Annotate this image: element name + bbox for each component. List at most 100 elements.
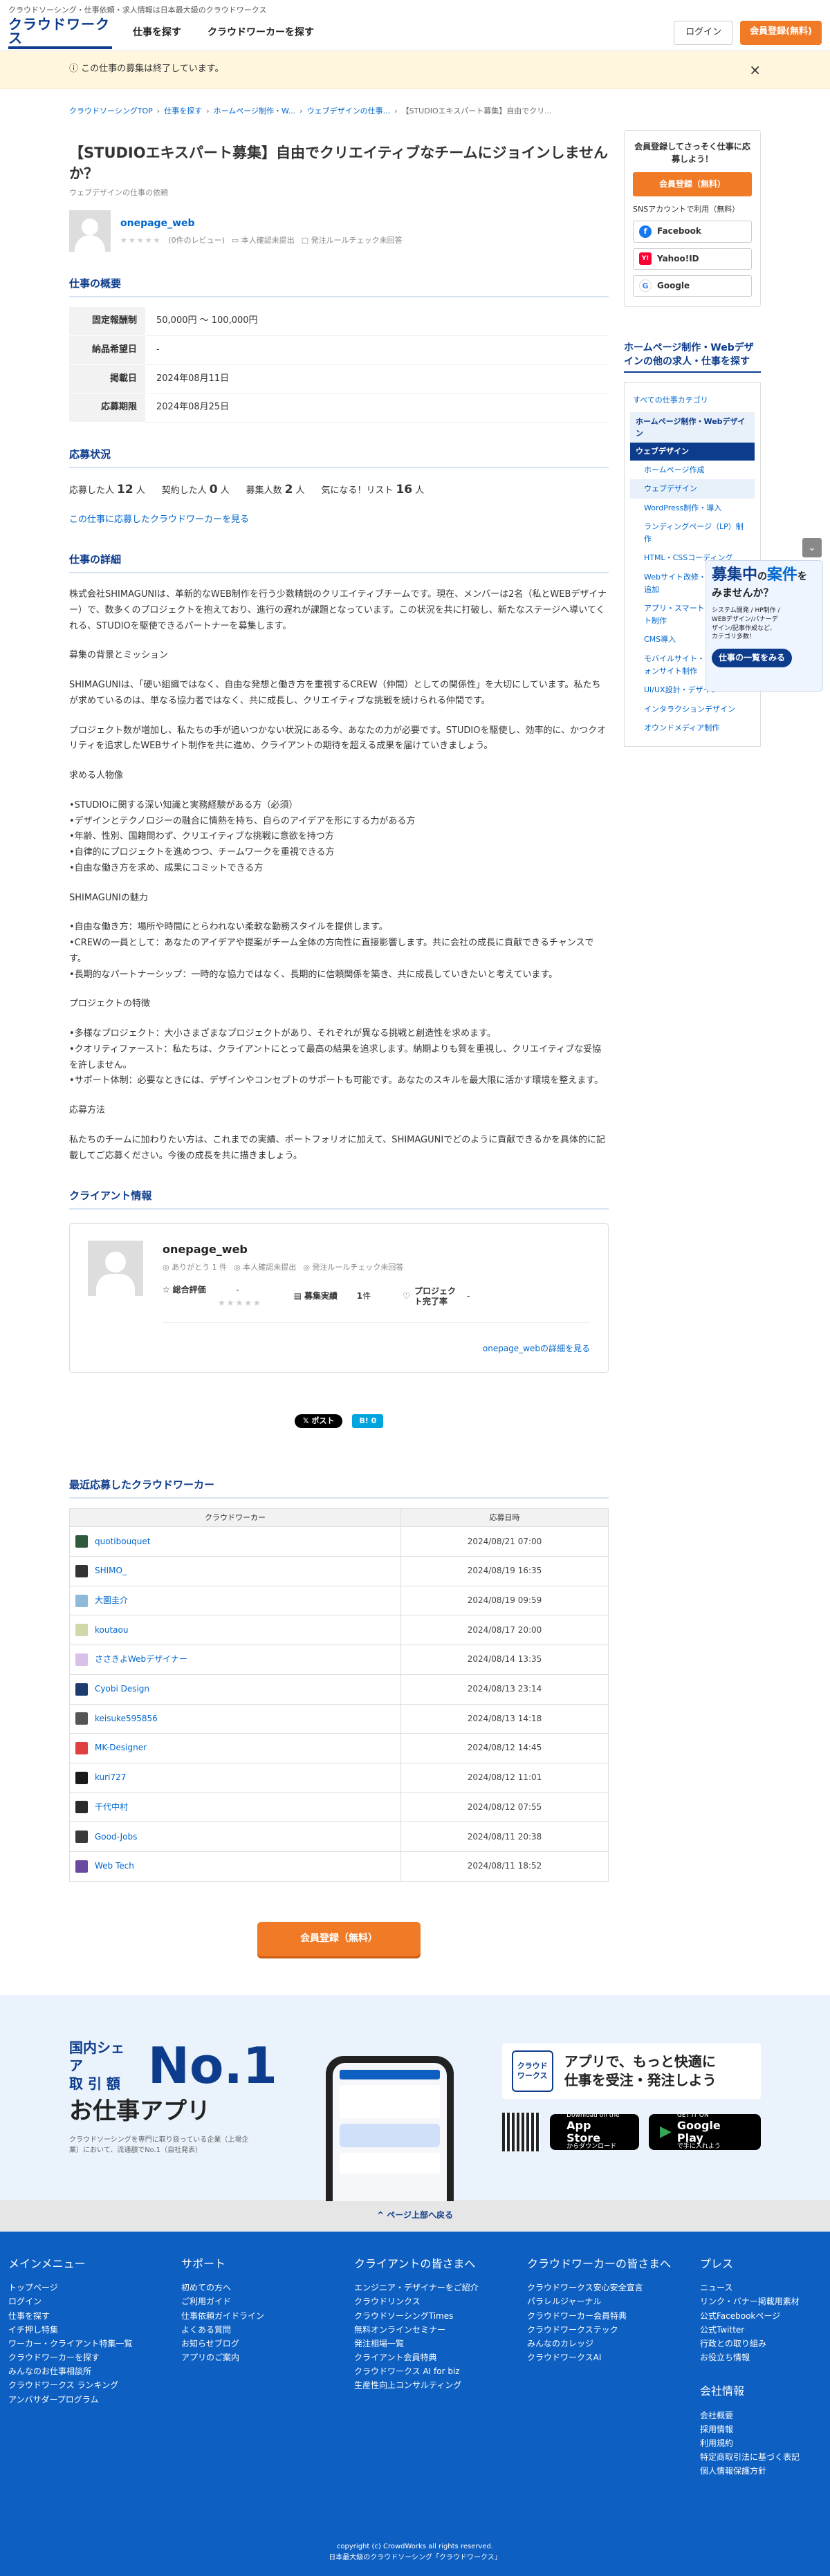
breadcrumb-top[interactable]: クラウドソーシングTOP (69, 105, 153, 118)
footer-link[interactable]: クライアント会員特典 (354, 2351, 499, 2364)
worker-avatar[interactable] (75, 1535, 88, 1548)
worker-name-link[interactable]: SHIMO_ (95, 1566, 127, 1575)
footer-link[interactable]: エンジニア・デザイナーをご紹介 (354, 2281, 499, 2295)
footer-link[interactable]: クラウドワークス AI for biz (354, 2364, 499, 2378)
footer-link[interactable]: トップページ (8, 2281, 154, 2295)
worker-avatar[interactable] (75, 1801, 88, 1814)
nav-find-jobs[interactable]: 仕事を探す (133, 25, 181, 40)
footer-link[interactable]: 特定商取引法に基づく表記 (700, 2450, 818, 2464)
subcategory-link[interactable]: ホームページ作成 (630, 461, 755, 480)
footer-link[interactable]: リンク・バナー掲載用素材 (700, 2295, 818, 2308)
footer-link[interactable]: みんなのカレッジ (527, 2337, 672, 2351)
close-icon[interactable]: × (749, 59, 761, 81)
all-categories-link[interactable]: すべての仕事カテゴリ (630, 389, 755, 413)
footer-link[interactable]: お役立ち情報 (700, 2351, 818, 2364)
subcategory-link[interactable]: インタラクションデザイン (630, 700, 755, 719)
client-card-avatar[interactable] (88, 1241, 143, 1297)
footer-link[interactable]: ご利用ガイド (181, 2295, 326, 2308)
footer-link[interactable]: 仕事依頼ガイドライン (181, 2309, 326, 2323)
footer-link[interactable]: 初めての方へ (181, 2281, 326, 2295)
worker-avatar[interactable] (75, 1594, 88, 1607)
footer-link[interactable]: イチ押し特集 (8, 2323, 154, 2337)
worker-name-link[interactable]: 千代中村 (95, 1802, 128, 1812)
app-store-button[interactable]: Download on the App Store からダウンロード (550, 2112, 639, 2150)
banner-view-jobs-button[interactable]: 仕事の一覧をみる (712, 648, 793, 667)
x-post-button[interactable]: 𝕏 ポスト (294, 1414, 343, 1428)
breadcrumb-subcategory[interactable]: ウェブデザインの仕事... (307, 105, 391, 118)
footer-link[interactable]: 発注相場一覧 (354, 2337, 499, 2351)
google-play-button[interactable]: ▶ GET IT ON Google Play で手に入れよう (648, 2112, 762, 2150)
worker-name-link[interactable]: kuri727 (95, 1772, 126, 1782)
worker-avatar[interactable] (75, 1564, 88, 1577)
worker-name-link[interactable]: MK-Designer (95, 1743, 147, 1752)
worker-name-link[interactable]: koutaou (95, 1625, 128, 1635)
worker-avatar[interactable] (75, 1860, 88, 1873)
category-parent[interactable]: ホームページ制作・Webデザイン (630, 412, 755, 443)
footer-link[interactable]: 仕事を探す (8, 2309, 154, 2323)
bottom-signup-button[interactable]: 会員登録（無料） (257, 1921, 421, 1956)
footer-link[interactable]: 利用規約 (700, 2436, 818, 2450)
footer-link[interactable]: クラウドリンクス (354, 2295, 499, 2308)
footer-link[interactable]: パラレルジャーナル (527, 2295, 672, 2308)
worker-name-link[interactable]: Good-Jobs (95, 1832, 137, 1842)
hatena-bookmark-button[interactable]: B! 0 (352, 1414, 384, 1428)
worker-avatar[interactable] (75, 1653, 88, 1666)
worker-name-link[interactable]: Cyobi Design (95, 1684, 149, 1694)
category-active[interactable]: ウェブデザイン (630, 442, 755, 461)
footer-link[interactable]: ワーカー・クライアント特集一覧 (8, 2337, 154, 2351)
facebook-login-button[interactable]: f Facebook (633, 221, 752, 243)
footer-link[interactable]: 採用情報 (700, 2422, 818, 2436)
view-applicants-link[interactable]: この仕事に応募したクラウドワーカーを見る (69, 515, 249, 525)
yahoo-login-button[interactable]: Y! Yahoo!ID (633, 248, 752, 270)
footer-link[interactable]: 行政との取り組み (700, 2337, 818, 2351)
footer-link[interactable]: クラウドワーカーを探す (8, 2351, 154, 2364)
breadcrumb-jobs[interactable]: 仕事を探す (164, 105, 202, 118)
footer-link[interactable]: みんなのお仕事相談所 (8, 2364, 154, 2378)
footer-link[interactable]: クラウドソーシングTimes (354, 2309, 499, 2323)
footer-link[interactable]: 公式Twitter (700, 2323, 818, 2337)
worker-avatar[interactable] (75, 1741, 88, 1754)
signup-button[interactable]: 会員登録(無料) (740, 21, 822, 45)
footer-link[interactable]: ログイン (8, 2295, 154, 2308)
footer-link[interactable]: アンバサダープログラム (8, 2393, 154, 2407)
subcategory-link[interactable]: WordPress制作・導入 (630, 499, 755, 518)
worker-name-link[interactable]: Web Tech (95, 1861, 134, 1871)
worker-name-link[interactable]: keisuke595856 (95, 1714, 158, 1723)
worker-name-link[interactable]: quotibouquet (95, 1537, 150, 1546)
breadcrumb-category[interactable]: ホームページ制作・W... (214, 105, 296, 118)
subcategory-link[interactable]: ランディングページ（LP）制作 (630, 517, 755, 548)
worker-avatar[interactable] (75, 1712, 88, 1725)
nav-find-workers[interactable]: クラウドワーカーを探す (208, 25, 314, 40)
footer-link[interactable]: 会社概要 (700, 2409, 818, 2422)
sidebar-signup-button[interactable]: 会員登録（無料） (633, 172, 752, 196)
footer-link[interactable]: お知らせブログ (181, 2337, 326, 2351)
worker-name-link[interactable]: ささきよWebデザイナー (95, 1654, 187, 1664)
footer-link[interactable]: クラウドワークス ランキング (8, 2378, 154, 2392)
crowdworks-logo[interactable]: クラウドワークス (8, 17, 112, 49)
footer-link[interactable]: ニュース (700, 2281, 818, 2295)
client-avatar[interactable] (69, 210, 111, 252)
footer-link[interactable]: クラウドワークスAI (527, 2351, 672, 2364)
footer-link[interactable]: 公式Facebookページ (700, 2309, 818, 2323)
login-button[interactable]: ログイン (674, 21, 734, 45)
floating-job-banner[interactable]: 募集中の案件を みませんか？ システム開発 / HP制作 / WEBデザイン/バ… (706, 560, 823, 692)
footer-link[interactable]: 個人情報保護方針 (700, 2464, 818, 2478)
google-login-button[interactable]: G Google (633, 275, 752, 297)
footer-link[interactable]: よくある質問 (181, 2323, 326, 2337)
client-card-name[interactable]: onepage_web (163, 1241, 590, 1259)
footer-link[interactable]: クラウドワークス安心安全宣言 (527, 2281, 672, 2295)
client-detail-link[interactable]: onepage_webの詳細を見る (483, 1344, 590, 1353)
subcategory-link[interactable]: ウェブデザイン (630, 479, 755, 499)
worker-avatar[interactable] (75, 1683, 88, 1696)
worker-name-link[interactable]: 大園圭介 (95, 1595, 128, 1605)
footer-link[interactable]: アプリのご案内 (181, 2351, 326, 2364)
footer-link[interactable]: クラウドワークステック (527, 2323, 672, 2337)
footer-link[interactable]: クラウドワーカー会員特典 (527, 2309, 672, 2323)
client-name-link[interactable]: onepage_web (120, 218, 195, 229)
worker-avatar[interactable] (75, 1831, 88, 1844)
footer-link[interactable]: 無料オンラインセミナー (354, 2323, 499, 2337)
banner-toggle-button[interactable]: ⌄ (802, 538, 822, 557)
footer-link[interactable]: 生産性向上コンサルティング (354, 2378, 499, 2392)
worker-avatar[interactable] (75, 1624, 88, 1637)
back-to-top-link[interactable]: ^ ページ上部へ戻る (0, 2199, 830, 2232)
